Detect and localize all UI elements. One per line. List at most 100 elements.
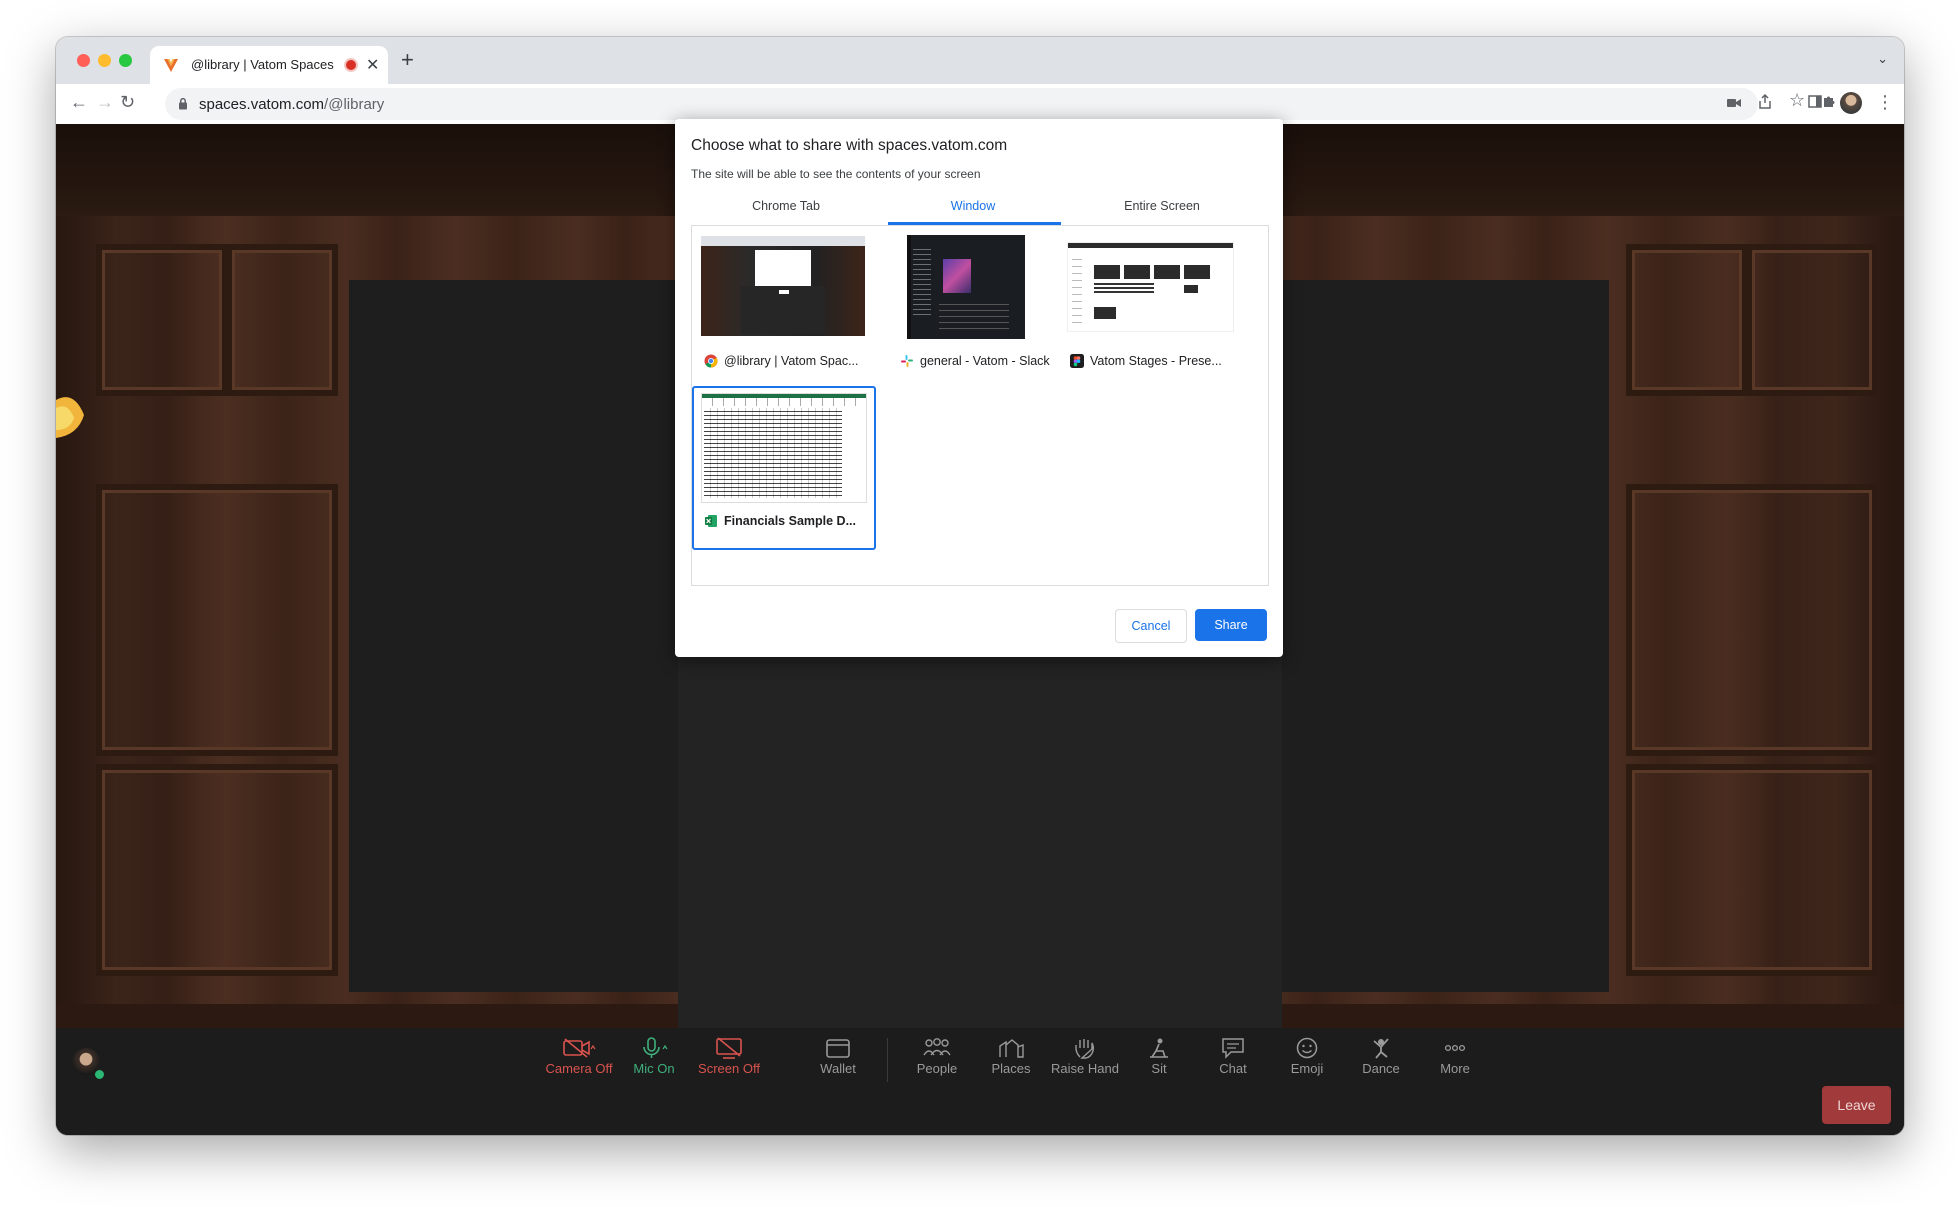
window-label: general - Vatom - Slack	[900, 354, 1050, 368]
chat-label: Chat	[1219, 1061, 1247, 1076]
slack-icon	[901, 355, 913, 367]
wall-panel	[96, 764, 338, 976]
people-button[interactable]: People	[897, 1037, 977, 1076]
wall-panel	[96, 484, 338, 756]
chat-button[interactable]: Chat	[1193, 1037, 1273, 1076]
dance-label: Dance	[1362, 1061, 1400, 1076]
window-label: Vatom Stages - Prese...	[1070, 354, 1222, 368]
window-thumbnail	[907, 235, 1025, 339]
excel-icon	[705, 515, 717, 527]
wall-panel	[1746, 244, 1878, 396]
zoom-window-button[interactable]	[119, 54, 132, 67]
share-icon[interactable]	[1759, 94, 1771, 109]
emoji-button[interactable]: Emoji	[1267, 1037, 1347, 1076]
wallet-button[interactable]: Wallet	[798, 1037, 878, 1076]
more-button[interactable]: More	[1415, 1037, 1495, 1076]
more-icon	[1444, 1044, 1466, 1052]
thumb-spreadsheet-grid	[704, 408, 842, 498]
emoji-label: Emoji	[1290, 1061, 1324, 1076]
tab-search-chevron-icon[interactable]: ⌄	[1877, 51, 1888, 67]
browser-tab[interactable]: @library | Vatom Spaces ✕	[150, 46, 388, 84]
sit-label: Sit	[1151, 1061, 1167, 1076]
camera-in-use-icon[interactable]	[1727, 97, 1741, 109]
mic-on-button[interactable]: Mic On	[614, 1037, 694, 1076]
self-avatar[interactable]	[72, 1048, 106, 1081]
wall-panel	[1626, 484, 1878, 756]
places-button[interactable]: Places	[971, 1037, 1051, 1076]
sit-button[interactable]: Sit	[1119, 1037, 1199, 1076]
bookmark-star-icon[interactable]: ☆	[1789, 90, 1805, 111]
wallet-label: Wallet	[820, 1061, 856, 1076]
camera-off-button[interactable]: Camera Off	[539, 1037, 619, 1076]
tab-window[interactable]: Window	[878, 199, 1068, 213]
wall-panel	[1626, 244, 1748, 396]
window-option-vatom-spaces[interactable]: @library | Vatom Spac...	[692, 226, 876, 390]
window-thumbnail	[1067, 242, 1234, 332]
share-button[interactable]: Share	[1195, 609, 1267, 641]
hand-icon	[1075, 1039, 1095, 1059]
profile-avatar[interactable]	[1840, 92, 1862, 114]
window-option-vatom-stages[interactable]: Vatom Stages - Prese...	[1058, 226, 1242, 390]
thumb-channel-list	[913, 245, 931, 315]
screen-off-button[interactable]: Screen Off	[689, 1037, 769, 1076]
dialog-title: Choose what to share with spaces.vatom.c…	[691, 137, 1008, 154]
more-label: More	[1440, 1061, 1470, 1076]
thumb-messages	[939, 299, 1009, 329]
url-host: spaces.vatom.com	[199, 96, 325, 113]
thumb-slide-small	[1184, 285, 1198, 293]
thumb-image	[943, 259, 971, 293]
share-source-tabs: Chrome Tab Window Entire Screen	[691, 195, 1267, 225]
thumb-ribbon-tools	[702, 398, 866, 406]
window-thumbnail	[701, 393, 867, 503]
dance-button[interactable]: Dance	[1341, 1037, 1421, 1076]
thumb-layers	[1072, 253, 1082, 323]
emoji-icon	[1296, 1037, 1318, 1059]
wallet-icon	[826, 1039, 850, 1058]
url-path: /@library	[324, 96, 385, 113]
window-option-slack[interactable]: general - Vatom - Slack	[888, 226, 1072, 390]
mic-icon	[643, 1037, 668, 1058]
camera-off-label: Camera Off	[545, 1061, 613, 1076]
window-title: Vatom Stages - Prese...	[1090, 354, 1222, 368]
extensions-puzzle-icon[interactable]	[1822, 94, 1836, 108]
window-label: Financials Sample D...	[704, 514, 856, 528]
window-thumbnail	[701, 236, 865, 336]
tab-chrome-tab[interactable]: Chrome Tab	[691, 199, 881, 213]
chrome-icon	[704, 354, 718, 368]
close-window-button[interactable]	[77, 54, 90, 67]
lock-icon	[179, 97, 187, 110]
reload-button[interactable]: ↻	[120, 92, 135, 113]
browser-window: @library | Vatom Spaces ✕ + ⌄ ← → ↻ spac…	[56, 37, 1904, 1135]
screen-share-dialog: Choose what to share with spaces.vatom.c…	[675, 119, 1283, 657]
cancel-button[interactable]: Cancel	[1115, 609, 1187, 643]
window-option-financials[interactable]: Financials Sample D...	[692, 386, 876, 550]
places-label: Places	[991, 1061, 1031, 1076]
browser-menu-icon[interactable]: ⋮	[1876, 92, 1894, 113]
back-button[interactable]: ←	[70, 92, 88, 113]
chat-icon	[1222, 1038, 1244, 1059]
torch-flame-icon	[56, 397, 84, 438]
controls-separator	[887, 1038, 888, 1082]
raise-hand-label: Raise Hand	[1051, 1061, 1119, 1076]
window-list: @library | Vatom Spac... general - Vatom…	[691, 225, 1269, 586]
address-bar[interactable]: spaces.vatom.com/@library	[165, 88, 1758, 120]
close-tab-icon[interactable]: ✕	[366, 55, 379, 75]
tab-title: @library | Vatom Spaces	[191, 57, 334, 72]
minimize-window-button[interactable]	[98, 54, 111, 67]
online-status-dot	[93, 1068, 106, 1081]
screen-off-label: Screen Off	[698, 1061, 760, 1076]
thumb-slide-bottom	[1094, 307, 1116, 319]
forward-button[interactable]: →	[96, 92, 114, 113]
tab-entire-screen[interactable]: Entire Screen	[1067, 199, 1257, 213]
leave-button[interactable]: Leave	[1822, 1086, 1891, 1124]
thumb-sidebar	[907, 235, 911, 339]
dance-icon	[1373, 1038, 1389, 1059]
tab-strip: @library | Vatom Spaces ✕ + ⌄	[56, 37, 1904, 84]
wall-panel	[96, 244, 228, 396]
reading-panel-icon[interactable]	[1808, 95, 1822, 108]
people-label: People	[916, 1061, 958, 1076]
vatom-logo-icon	[164, 59, 178, 72]
dialog-subtitle: The site will be able to see the content…	[691, 167, 981, 181]
raise-hand-button[interactable]: Raise Hand	[1045, 1037, 1125, 1076]
new-tab-button[interactable]: +	[401, 47, 414, 73]
